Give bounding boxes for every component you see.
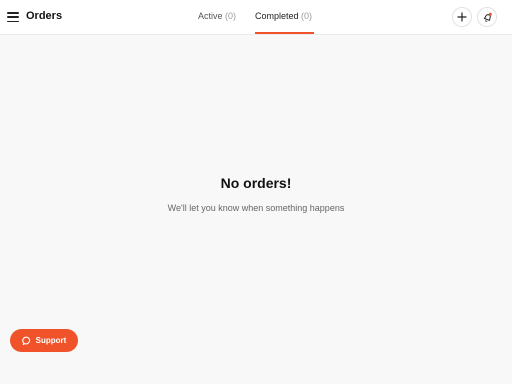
- support-button[interactable]: Support: [10, 329, 78, 352]
- orders-app: Orders Active (0) Completed (0) No order…: [0, 0, 512, 384]
- page-title: Orders: [26, 10, 63, 22]
- chat-bubble-icon: [21, 336, 30, 345]
- tab-completed-label: Completed: [255, 11, 299, 21]
- tab-active[interactable]: Active (0): [198, 11, 236, 21]
- plus-icon: [457, 12, 467, 22]
- top-bar: Orders Active (0) Completed (0): [0, 0, 512, 35]
- tab-active-count: (0): [225, 11, 237, 21]
- support-label: Support: [35, 336, 67, 345]
- tab-completed-count: (0): [301, 11, 313, 21]
- notifications-button[interactable]: [477, 7, 497, 27]
- selected-tab-indicator: [255, 32, 314, 34]
- tab-active-label: Active: [198, 11, 223, 21]
- empty-state-subtitle: We'll let you know when something happen…: [167, 203, 345, 213]
- empty-state-title: No orders!: [220, 175, 292, 191]
- bell-icon: [483, 12, 492, 22]
- add-order-button[interactable]: [452, 7, 472, 27]
- tab-completed[interactable]: Completed (0): [255, 11, 312, 21]
- hamburger-icon[interactable]: [7, 11, 19, 23]
